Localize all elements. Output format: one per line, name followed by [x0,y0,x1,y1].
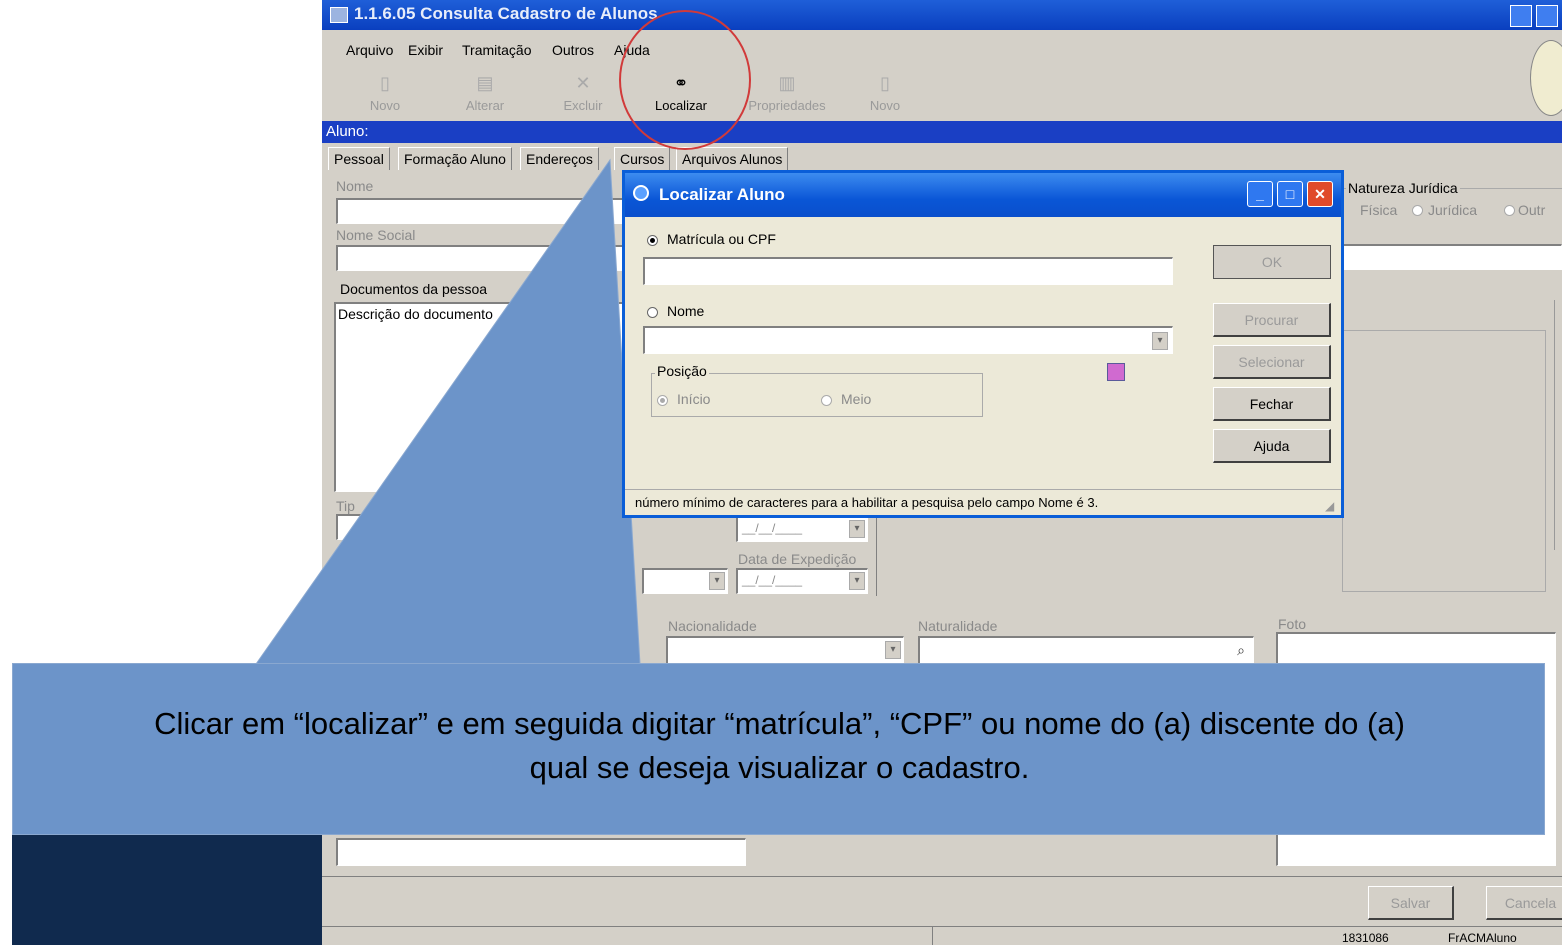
localizar-aluno-dialog: Localizar Aluno _ □ ✕ Matrícula ou CPF N… [622,170,1344,518]
minimize-icon[interactable]: _ [1247,181,1273,207]
matricula-radio-label[interactable]: Matrícula ou CPF [667,231,776,247]
dialog-title-bar: Localizar Aluno _ □ ✕ [625,173,1341,217]
ajuda-button[interactable]: Ajuda [1213,429,1331,463]
dialog-app-icon [633,185,649,201]
dialog-hint: número mínimo de caracteres para a habil… [635,495,1099,510]
inicio-radio[interactable] [657,395,668,406]
resize-grip-icon[interactable]: ◢ [1325,499,1334,513]
nome-select[interactable]: ▾ [643,326,1173,354]
slide-decoration [12,835,322,945]
matricula-input[interactable] [643,257,1173,285]
inicio-radio-label[interactable]: Início [677,391,710,407]
procurar-button[interactable]: Procurar [1213,303,1331,337]
instruction-line-2: qual se deseja visualizar o cadastro. [529,750,1030,785]
dialog-status-separator [625,489,1341,490]
ok-button[interactable]: OK [1213,245,1331,279]
meio-radio-label[interactable]: Meio [841,391,871,407]
picture-icon [1107,363,1125,381]
fechar-button[interactable]: Fechar [1213,387,1331,421]
chevron-down-icon[interactable]: ▾ [1152,332,1168,350]
matricula-radio[interactable] [647,235,658,246]
close-icon[interactable]: ✕ [1307,181,1333,207]
dialog-title: Localizar Aluno [659,185,785,204]
instruction-line-1: Clicar em “localizar” e em seguida digit… [154,706,1405,741]
nome-radio-label[interactable]: Nome [667,303,704,319]
maximize-icon[interactable]: □ [1277,181,1303,207]
meio-radio[interactable] [821,395,832,406]
selecionar-button[interactable]: Selecionar [1213,345,1331,379]
instruction-text: Clicar em “localizar” e em seguida digit… [13,702,1546,790]
instruction-callout: Clicar em “localizar” e em seguida digit… [12,663,1545,835]
nome-radio[interactable] [647,307,658,318]
posicao-label: Posição [655,363,709,379]
